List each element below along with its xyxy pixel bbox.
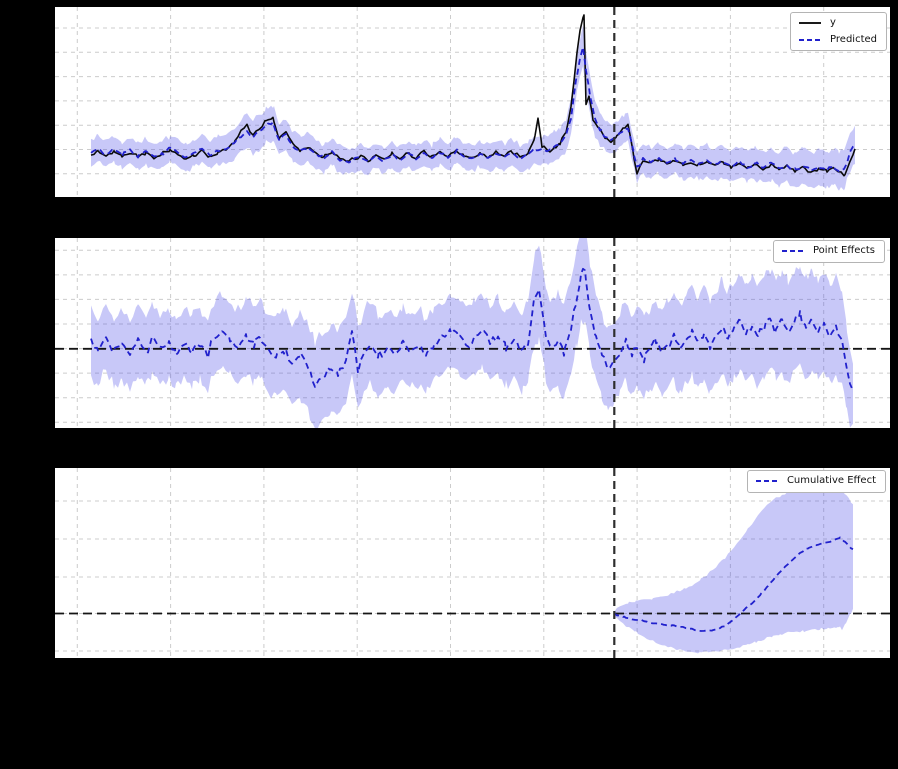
point-effects-chart	[55, 238, 890, 428]
cumulative-effect-line-swatch-icon	[755, 480, 778, 483]
legend-cumulative-effect: Cumulative Effect	[746, 470, 886, 493]
causal-impact-figure: y Predicted Point Effects Cumulative Eff…	[0, 0, 898, 769]
legend-point-effects: Point Effects	[773, 240, 885, 263]
legend-original: y Predicted	[790, 12, 887, 51]
cumulative-effect-chart	[55, 468, 890, 658]
original-series-panel	[55, 7, 890, 197]
original-chart	[55, 7, 890, 197]
cumulative-effect-panel	[55, 468, 890, 658]
legend-item-point-effects: Point Effects	[782, 245, 875, 258]
y-line-swatch-icon	[799, 22, 822, 25]
legend-item-cumulative-effect: Cumulative Effect	[755, 475, 876, 488]
legend-item-predicted: Predicted	[799, 34, 877, 47]
legend-item-y: y	[799, 17, 877, 30]
point-effects-line-swatch-icon	[782, 250, 804, 253]
legend-label-y: y	[830, 17, 836, 28]
point-effects-panel	[55, 238, 890, 428]
legend-label-cumulative-effect: Cumulative Effect	[786, 475, 876, 486]
legend-label-point-effects: Point Effects	[813, 245, 875, 256]
legend-label-predicted: Predicted	[830, 33, 877, 45]
predicted-line-swatch-icon	[799, 38, 822, 41]
